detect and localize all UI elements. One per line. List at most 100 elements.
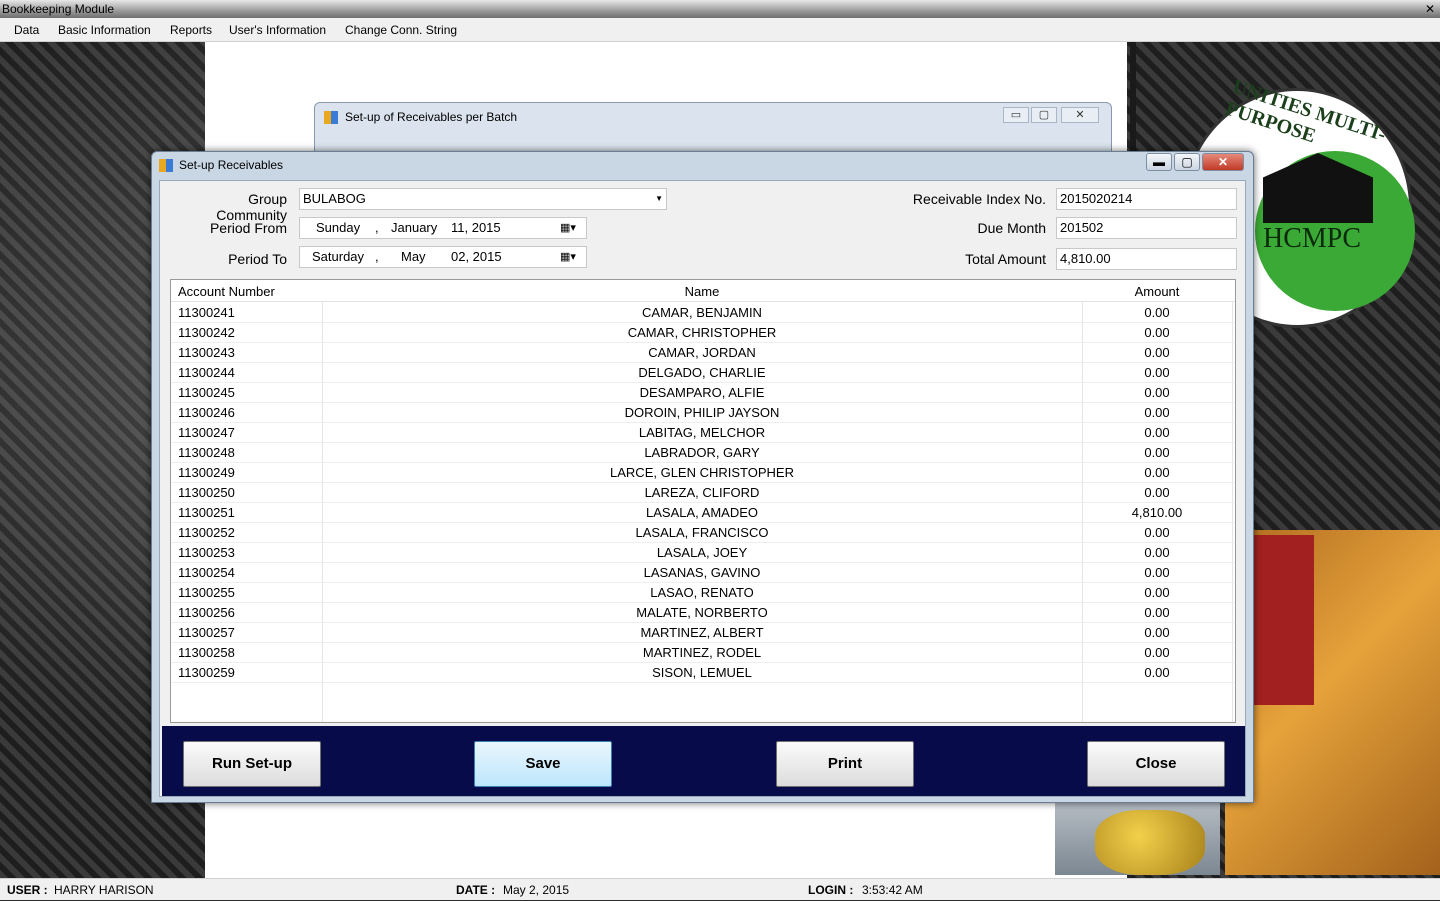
table-row[interactable]: 11300250 LAREZA, CLIFORD 0.00 [171, 483, 1235, 503]
table-row[interactable]: 11300255 LASAO, RENATO 0.00 [171, 583, 1235, 603]
column-header-amount[interactable]: Amount [1082, 284, 1232, 299]
receivables-grid[interactable]: Account Number Name Amount 11300241 CAMAR… [170, 279, 1236, 723]
receivable-index-field[interactable]: 2015020214 [1056, 188, 1237, 210]
amount-cell: 0.00 [1144, 585, 1170, 600]
table-row[interactable]: 11300248 LABRADOR, GARY 0.00 [171, 443, 1235, 463]
account-number-cell: 11300244 [178, 365, 235, 380]
table-row[interactable]: 11300242 CAMAR, CHRISTOPHER 0.00 [171, 323, 1235, 343]
menu-basic-information[interactable]: Basic Information [58, 22, 151, 38]
period-from-sep: , [375, 220, 379, 235]
table-row[interactable]: 11300244 DELGADO, CHARLIE 0.00 [171, 363, 1235, 383]
account-number-cell: 11300247 [178, 425, 235, 440]
group-community-label: Group Community [216, 191, 287, 223]
due-month-field[interactable]: 201502 [1056, 217, 1237, 239]
period-to-month: May [401, 249, 426, 264]
amount-cell: 0.00 [1144, 565, 1170, 580]
batch-close-button[interactable]: ✕ [1061, 107, 1099, 123]
app-close-button[interactable]: ✕ [1422, 1, 1438, 17]
calendar-icon[interactable]: ▦▾ [560, 250, 580, 264]
close-button[interactable]: Close [1087, 741, 1225, 787]
name-cell: LABRADOR, GARY [644, 445, 760, 460]
menu-reports[interactable]: Reports [170, 22, 212, 38]
account-number-cell: 11300252 [178, 525, 235, 540]
name-cell: MALATE, NORBERTO [636, 605, 768, 620]
name-cell: LABITAG, MELCHOR [638, 425, 766, 440]
name-cell: CAMAR, JORDAN [648, 345, 756, 360]
period-from-month: January [391, 220, 438, 235]
table-row[interactable]: 11300247 LABITAG, MELCHOR 0.00 [171, 423, 1235, 443]
period-to-datepicker[interactable]: Saturday , May 02, 2015 ▦▾ [299, 246, 587, 268]
name-cell: DOROIN, PHILIP JAYSON [624, 405, 780, 420]
name-cell: LASALA, JOEY [656, 545, 748, 560]
table-row[interactable]: 11300246 DOROIN, PHILIP JAYSON 0.00 [171, 403, 1235, 423]
amount-cell: 0.00 [1144, 345, 1170, 360]
print-button[interactable]: Print [776, 741, 914, 787]
dialog-client-area: Group Community BULABOG ▼ Period From Su… [159, 180, 1246, 797]
account-number-cell: 11300248 [178, 445, 235, 460]
column-header-account-number[interactable]: Account Number [178, 284, 275, 299]
amount-cell: 0.00 [1144, 545, 1170, 560]
table-row[interactable]: 11300258 MARTINEZ, RODEL 0.00 [171, 643, 1235, 663]
table-row[interactable]: 11300249 LARCE, GLEN CHRISTOPHER 0.00 [171, 463, 1235, 483]
table-row[interactable]: 11300253 LASALA, JOEY 0.00 [171, 543, 1235, 563]
menu-change-conn-string[interactable]: Change Conn. String [345, 22, 457, 38]
dialog-maximize-button[interactable]: ▢ [1174, 153, 1200, 171]
name-cell: LASAO, RENATO [650, 585, 754, 600]
status-login-label: LOGIN : [808, 883, 854, 897]
amount-cell: 0.00 [1144, 305, 1170, 320]
amount-cell: 0.00 [1144, 445, 1170, 460]
window-app-icon [159, 159, 173, 172]
name-cell: CAMAR, CHRISTOPHER [627, 325, 777, 340]
due-month-label: Due Month [977, 220, 1046, 236]
amount-cell: 0.00 [1144, 525, 1170, 540]
amount-cell: 0.00 [1144, 425, 1170, 440]
table-row[interactable]: 11300245 DESAMPARO, ALFIE 0.00 [171, 383, 1235, 403]
table-row[interactable]: 11300241 CAMAR, BENJAMIN 0.00 [171, 303, 1235, 323]
batch-minimize-button[interactable]: ▭ [1003, 107, 1029, 123]
account-number-cell: 11300251 [178, 505, 235, 520]
account-number-cell: 11300254 [178, 565, 235, 580]
account-number-cell: 11300241 [178, 305, 235, 320]
group-community-value: BULABOG [303, 191, 366, 206]
name-cell: DELGADO, CHARLIE [638, 365, 766, 380]
name-cell: LAREZA, CLIFORD [644, 485, 760, 500]
amount-cell: 0.00 [1144, 325, 1170, 340]
name-cell: SISON, LEMUEL [652, 665, 752, 680]
save-button[interactable]: Save [474, 741, 612, 787]
group-community-combo[interactable]: BULABOG ▼ [299, 188, 667, 210]
table-row[interactable]: 11300254 LASANAS, GAVINO 0.00 [171, 563, 1235, 583]
amount-cell: 0.00 [1144, 645, 1170, 660]
dialog-close-button[interactable]: ✕ [1202, 153, 1244, 171]
name-cell: LASALA, FRANCISCO [635, 525, 769, 540]
amount-cell: 0.00 [1144, 405, 1170, 420]
app-titlebar: Bookkeeping Module ✕ [0, 0, 1440, 18]
period-to-sep: , [375, 249, 379, 264]
period-to-label: Period To [228, 251, 287, 267]
status-date-label: DATE : [456, 883, 496, 897]
menu-data[interactable]: Data [14, 22, 39, 38]
run-setup-button[interactable]: Run Set-up [183, 741, 321, 787]
account-number-cell: 11300253 [178, 545, 235, 560]
menu-users-information[interactable]: User's Information [229, 22, 326, 38]
name-cell: LASANAS, GAVINO [643, 565, 761, 580]
amount-cell: 0.00 [1144, 625, 1170, 640]
table-row[interactable]: 11300256 MALATE, NORBERTO 0.00 [171, 603, 1235, 623]
total-amount-field[interactable]: 4,810.00 [1056, 248, 1237, 270]
table-row[interactable]: 11300259 SISON, LEMUEL 0.00 [171, 663, 1235, 683]
table-row[interactable]: 11300251 LASALA, AMADEO 4,810.00 [171, 503, 1235, 523]
menu-bar: Data Basic Information Reports User's In… [0, 18, 1440, 42]
chevron-down-icon[interactable]: ▼ [655, 189, 663, 209]
amount-cell: 0.00 [1144, 665, 1170, 680]
table-row[interactable]: 11300257 MARTINEZ, ALBERT 0.00 [171, 623, 1235, 643]
name-cell: LARCE, GLEN CHRISTOPHER [610, 465, 794, 480]
app-title: Bookkeeping Module [2, 2, 115, 16]
dialog-minimize-button[interactable]: ▬ [1146, 153, 1172, 171]
calendar-icon[interactable]: ▦▾ [560, 221, 580, 235]
column-header-name[interactable]: Name [322, 284, 1082, 299]
table-row[interactable]: 11300243 CAMAR, JORDAN 0.00 [171, 343, 1235, 363]
period-from-datepicker[interactable]: Sunday , January 11, 2015 ▦▾ [299, 217, 587, 239]
account-number-cell: 11300259 [178, 665, 235, 680]
batch-maximize-button[interactable]: ▢ [1031, 107, 1057, 123]
period-from-day: Sunday [316, 220, 361, 235]
table-row[interactable]: 11300252 LASALA, FRANCISCO 0.00 [171, 523, 1235, 543]
